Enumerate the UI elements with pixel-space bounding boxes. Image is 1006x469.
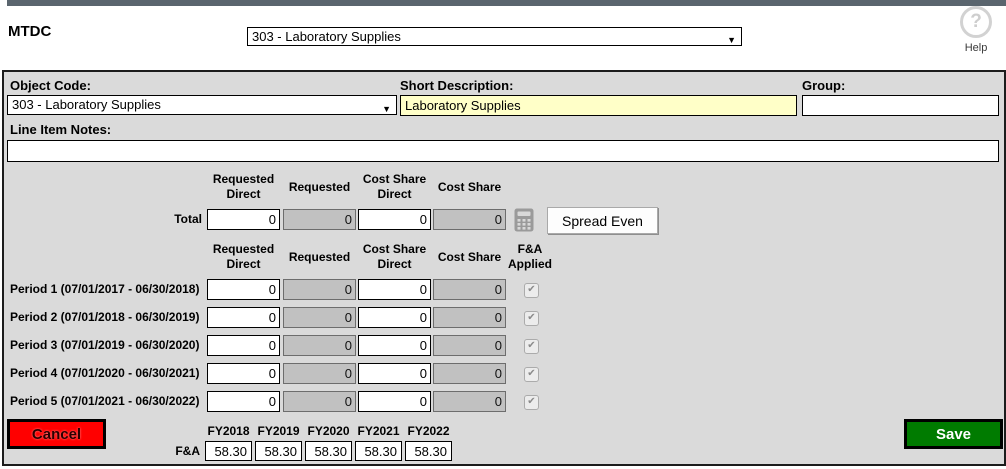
object-code-label: Object Code: [10, 78, 91, 93]
page-title: MTDC [8, 23, 52, 40]
total-requested-input [283, 209, 356, 230]
period-requested-direct-input[interactable] [207, 391, 280, 412]
fa-rate-input[interactable] [405, 441, 452, 461]
period-row: Period 3 (07/01/2019 - 06/30/2020) ✔ [4, 335, 1004, 357]
calculator-icon [514, 208, 534, 232]
total-cost-share-input [433, 209, 506, 230]
period-row: Period 4 (07/01/2020 - 06/30/2021) ✔ [4, 363, 1004, 385]
fa-applied-checkbox: ✔ [524, 311, 539, 326]
fy-column-header: FY2020 [307, 424, 350, 438]
line-item-category-dropdown[interactable]: 303 - Laboratory Supplies ▼ [247, 27, 742, 46]
cancel-button[interactable]: Cancel [7, 419, 106, 449]
period-cost-share-input [433, 335, 506, 356]
period-cost-share-direct-input[interactable] [358, 335, 431, 356]
period-cost-share-direct-input[interactable] [358, 363, 431, 384]
fa-applied-checkbox: ✔ [524, 283, 539, 298]
fa-rate-input[interactable] [355, 441, 402, 461]
calculator-button[interactable] [514, 208, 534, 232]
col-requested: Requested [288, 249, 351, 264]
short-description-input[interactable] [400, 95, 797, 116]
fy-column-header: FY2021 [357, 424, 400, 438]
period-label: Period 3 (07/01/2019 - 06/30/2020) [10, 338, 200, 352]
group-label: Group: [802, 78, 846, 93]
col-cost-share: Cost Share [437, 179, 502, 194]
object-code-dropdown[interactable]: 303 - Laboratory Supplies ▼ [7, 95, 397, 115]
period-row: Period 5 (07/01/2021 - 06/30/2022) ✔ [4, 391, 1004, 413]
fy-column-header: FY2019 [257, 424, 300, 438]
period-row: Period 2 (07/01/2018 - 06/30/2019) ✔ [4, 307, 1004, 329]
period-requested-direct-input[interactable] [207, 363, 280, 384]
period-label: Period 4 (07/01/2020 - 06/30/2021) [10, 366, 200, 380]
total-requested-direct-input[interactable] [207, 209, 280, 230]
period-requested-direct-input[interactable] [207, 307, 280, 328]
fy-column-header: FY2022 [407, 424, 450, 438]
total-row: Total [4, 209, 1004, 231]
col-requested-direct: Requested Direct [212, 242, 275, 271]
object-code-value: 303 - Laboratory Supplies [12, 97, 161, 112]
save-button[interactable]: Save [904, 419, 1003, 449]
period-cost-share-input [433, 363, 506, 384]
help-button[interactable]: ? Help [953, 6, 999, 54]
col-cost-share-direct: Cost Share Direct [362, 242, 427, 271]
fa-rate-input[interactable] [205, 441, 252, 461]
col-cost-share-direct: Cost Share Direct [362, 172, 427, 201]
period-row: Period 1 (07/01/2017 - 06/30/2018) ✔ [4, 279, 1004, 301]
col-requested: Requested [288, 179, 351, 194]
col-requested-direct: Requested Direct [212, 172, 275, 201]
period-label: Period 5 (07/01/2021 - 06/30/2022) [10, 394, 200, 408]
totals-header-row: Requested Direct Requested Cost Share Di… [4, 172, 1004, 202]
period-cost-share-input [433, 391, 506, 412]
period-cost-share-direct-input[interactable] [358, 279, 431, 300]
period-label: Period 1 (07/01/2017 - 06/30/2018) [10, 282, 200, 296]
fa-rate-input[interactable] [255, 441, 302, 461]
fa-rate-label: F&A [175, 444, 200, 458]
short-description-label: Short Description: [400, 78, 514, 93]
period-requested-input [283, 307, 356, 328]
total-label: Total [174, 212, 202, 226]
period-requested-input [283, 391, 356, 412]
period-requested-direct-input[interactable] [207, 279, 280, 300]
group-input[interactable] [802, 95, 999, 116]
chevron-down-icon: ▼ [382, 104, 391, 114]
period-label: Period 2 (07/01/2018 - 06/30/2019) [10, 310, 200, 324]
line-item-notes-input[interactable] [7, 140, 999, 162]
chevron-down-icon: ▼ [727, 35, 736, 45]
period-cost-share-input [433, 307, 506, 328]
spread-even-button[interactable]: Spread Even [547, 207, 658, 234]
period-requested-direct-input[interactable] [207, 335, 280, 356]
fa-applied-checkbox: ✔ [524, 339, 539, 354]
period-requested-input [283, 363, 356, 384]
help-icon[interactable]: ? [960, 6, 992, 38]
period-requested-input [283, 335, 356, 356]
line-item-notes-label: Line Item Notes: [10, 122, 112, 137]
top-divider-bar [7, 0, 1006, 6]
budget-line-item-form: Object Code: Short Description: Group: 3… [2, 70, 1006, 466]
total-cost-share-direct-input[interactable] [358, 209, 431, 230]
period-cost-share-direct-input[interactable] [358, 391, 431, 412]
col-fa-applied: F&A Applied [508, 242, 552, 271]
period-requested-input [283, 279, 356, 300]
fa-applied-checkbox: ✔ [524, 367, 539, 382]
col-cost-share: Cost Share [437, 249, 502, 264]
fa-rate-input[interactable] [305, 441, 352, 461]
period-cost-share-direct-input[interactable] [358, 307, 431, 328]
fy-column-header: FY2018 [207, 424, 250, 438]
fa-applied-checkbox: ✔ [524, 395, 539, 410]
help-label: Help [964, 42, 988, 54]
period-cost-share-input [433, 279, 506, 300]
line-item-category-value: 303 - Laboratory Supplies [252, 29, 401, 44]
periods-header-row: Requested Direct Requested Cost Share Di… [4, 242, 1004, 272]
